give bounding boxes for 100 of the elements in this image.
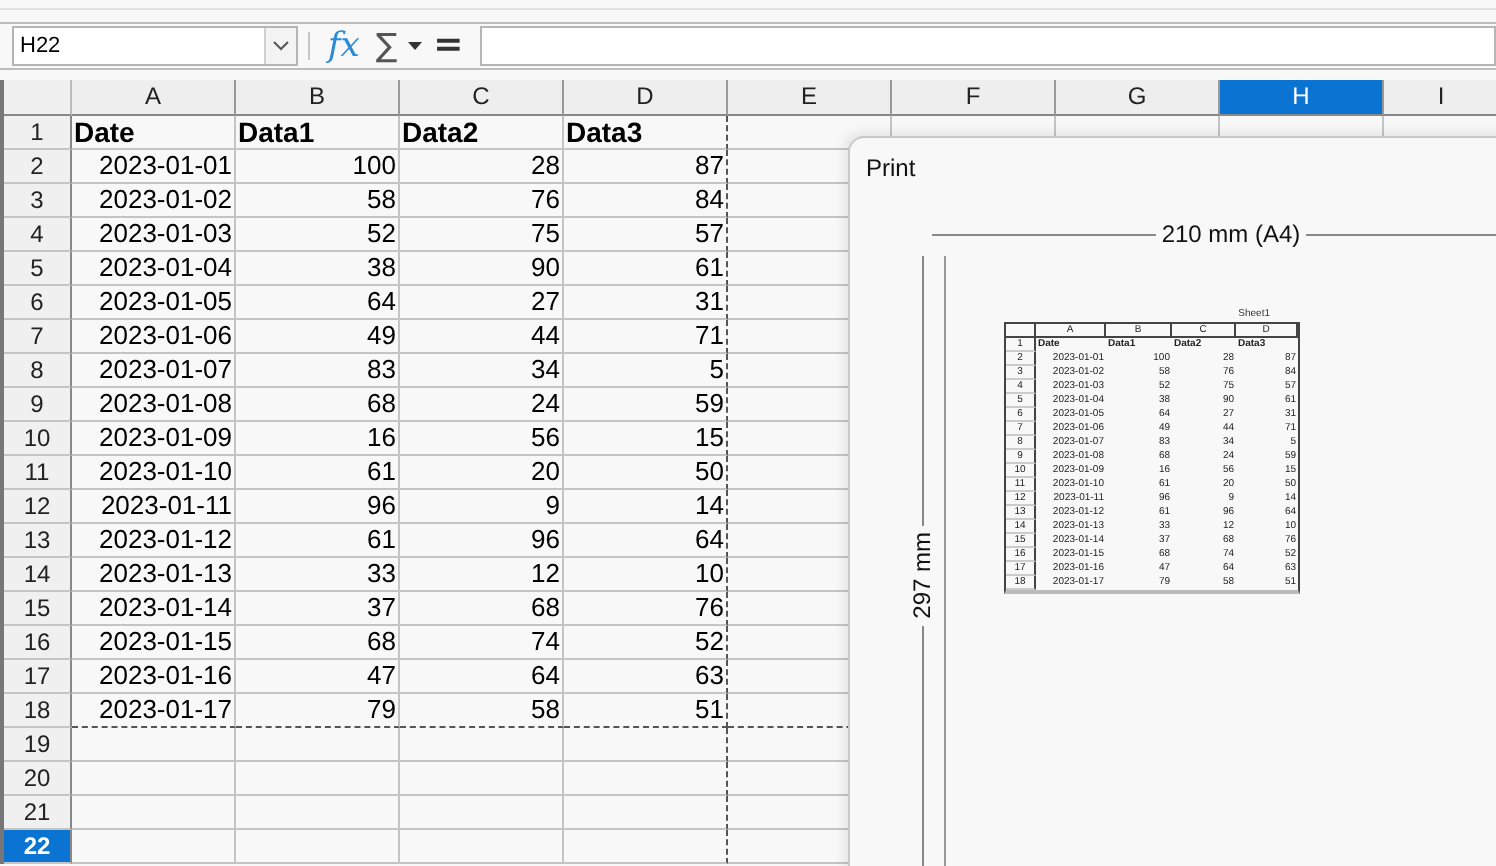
table-cell: 68 bbox=[400, 592, 564, 626]
row-header[interactable]: 15 bbox=[4, 592, 72, 626]
table-cell: 100 bbox=[236, 150, 400, 184]
table-cell: 2023-01-07 bbox=[72, 354, 236, 388]
table-cell: 2023-01-13 bbox=[72, 558, 236, 592]
dimension-label: 210 mm (A4) bbox=[1161, 220, 1301, 248]
row-header[interactable]: 16 bbox=[4, 626, 72, 660]
dimension-label: 297 mm bbox=[908, 530, 936, 624]
table-cell: 28 bbox=[400, 150, 564, 184]
row-header[interactable]: 2 bbox=[4, 150, 72, 184]
table-cell: 76 bbox=[564, 592, 728, 626]
column-header[interactable]: D bbox=[564, 80, 728, 116]
table-cell: 79 bbox=[236, 694, 400, 728]
row-header[interactable]: 4 bbox=[4, 218, 72, 252]
table-cell: 15 bbox=[564, 422, 728, 456]
formula-button[interactable]: = bbox=[433, 26, 464, 66]
table-cell: 2023-01-05 bbox=[72, 286, 236, 320]
row-header[interactable]: 22 bbox=[4, 830, 72, 864]
table-cell: 10 bbox=[564, 558, 728, 592]
table-cell: 2023-01-02 bbox=[72, 184, 236, 218]
table-cell: 38 bbox=[236, 252, 400, 286]
table-cell: 61 bbox=[236, 524, 400, 558]
formula-input-field[interactable] bbox=[479, 26, 1496, 66]
row-header[interactable]: 7 bbox=[4, 320, 72, 354]
column-header[interactable]: A bbox=[72, 80, 236, 116]
row-header[interactable]: 20 bbox=[4, 762, 72, 796]
table-cell: 59 bbox=[564, 388, 728, 422]
row-header[interactable]: 18 bbox=[4, 694, 72, 728]
table-cell: 27 bbox=[400, 286, 564, 320]
column-header[interactable]: B bbox=[236, 80, 400, 116]
table-cell: 2023-01-15 bbox=[72, 626, 236, 660]
row-header[interactable]: 11 bbox=[4, 456, 72, 490]
table-cell: 83 bbox=[236, 354, 400, 388]
column-header[interactable]: I bbox=[1384, 80, 1496, 116]
table-cell: 12 bbox=[400, 558, 564, 592]
table-cell: 64 bbox=[564, 524, 728, 558]
dialog-title: Print bbox=[864, 152, 918, 186]
table-cell: 49 bbox=[236, 320, 400, 354]
table-cell: 31 bbox=[564, 286, 728, 320]
table-cell: 47 bbox=[236, 660, 400, 694]
table-cell: Data3 bbox=[564, 116, 728, 150]
column-header[interactable]: G bbox=[1056, 80, 1220, 116]
caret-icon[interactable] bbox=[407, 40, 422, 52]
table-cell: 44 bbox=[400, 320, 564, 354]
column-header[interactable]: H bbox=[1220, 80, 1384, 116]
table-cell: 34 bbox=[400, 354, 564, 388]
row-header[interactable]: 9 bbox=[4, 388, 72, 422]
row-header[interactable]: 14 bbox=[4, 558, 72, 592]
table-cell: 58 bbox=[236, 184, 400, 218]
table-cell: 14 bbox=[564, 490, 728, 524]
sum-button[interactable]: ∑ bbox=[375, 26, 398, 66]
table-cell: 96 bbox=[400, 524, 564, 558]
column-header[interactable]: C bbox=[400, 80, 564, 116]
table-cell: 2023-01-14 bbox=[72, 592, 236, 626]
table-cell: 33 bbox=[236, 558, 400, 592]
table-cell: 2023-01-11 bbox=[72, 490, 236, 524]
row-header[interactable]: 21 bbox=[4, 796, 72, 830]
table-cell: 71 bbox=[564, 320, 728, 354]
row-header[interactable]: 17 bbox=[4, 660, 72, 694]
table-cell: 64 bbox=[400, 660, 564, 694]
dropdown-button[interactable] bbox=[264, 28, 296, 64]
table-cell: 20 bbox=[400, 456, 564, 490]
table-cell: 2023-01-08 bbox=[72, 388, 236, 422]
table-cell: 52 bbox=[236, 218, 400, 252]
table-cell: 2023-01-04 bbox=[72, 252, 236, 286]
row-header[interactable]: 19 bbox=[4, 728, 72, 762]
select-all-corner[interactable] bbox=[4, 80, 72, 116]
table-cell: 24 bbox=[400, 388, 564, 422]
column-header[interactable]: E bbox=[728, 80, 892, 116]
table-cell: Data1 bbox=[236, 116, 400, 150]
name-box[interactable]: H22 bbox=[12, 26, 298, 66]
row-header[interactable]: 8 bbox=[4, 354, 72, 388]
table-cell: 2023-01-16 bbox=[72, 660, 236, 694]
table-cell: 68 bbox=[236, 388, 400, 422]
row-header[interactable]: 3 bbox=[4, 184, 72, 218]
row-header[interactable]: 12 bbox=[4, 490, 72, 524]
table-cell: 52 bbox=[564, 626, 728, 660]
table-cell: Date bbox=[72, 116, 236, 150]
row-header[interactable]: 6 bbox=[4, 286, 72, 320]
table-cell: 74 bbox=[400, 626, 564, 660]
chevron-down-icon[interactable] bbox=[272, 40, 291, 52]
table-cell: 58 bbox=[400, 694, 564, 728]
table-cell: 2023-01-03 bbox=[72, 218, 236, 252]
table-cell: 87 bbox=[564, 150, 728, 184]
column-header[interactable]: F bbox=[892, 80, 1056, 116]
row-header[interactable]: 1 bbox=[4, 116, 72, 150]
table-cell: 61 bbox=[236, 456, 400, 490]
row-header[interactable]: 13 bbox=[4, 524, 72, 558]
table-cell: 56 bbox=[400, 422, 564, 456]
row-header[interactable]: 10 bbox=[4, 422, 72, 456]
table-cell: 61 bbox=[564, 252, 728, 286]
table-cell: 2023-01-01 bbox=[72, 150, 236, 184]
table-cell: Data2 bbox=[400, 116, 564, 150]
row-header[interactable]: 5 bbox=[4, 252, 72, 286]
table-cell: 37 bbox=[236, 592, 400, 626]
table-cell: 51 bbox=[564, 694, 728, 728]
table-cell: 75 bbox=[400, 218, 564, 252]
table-cell: 50 bbox=[564, 456, 728, 490]
table-cell: 63 bbox=[564, 660, 728, 694]
table-cell: 2023-01-09 bbox=[72, 422, 236, 456]
